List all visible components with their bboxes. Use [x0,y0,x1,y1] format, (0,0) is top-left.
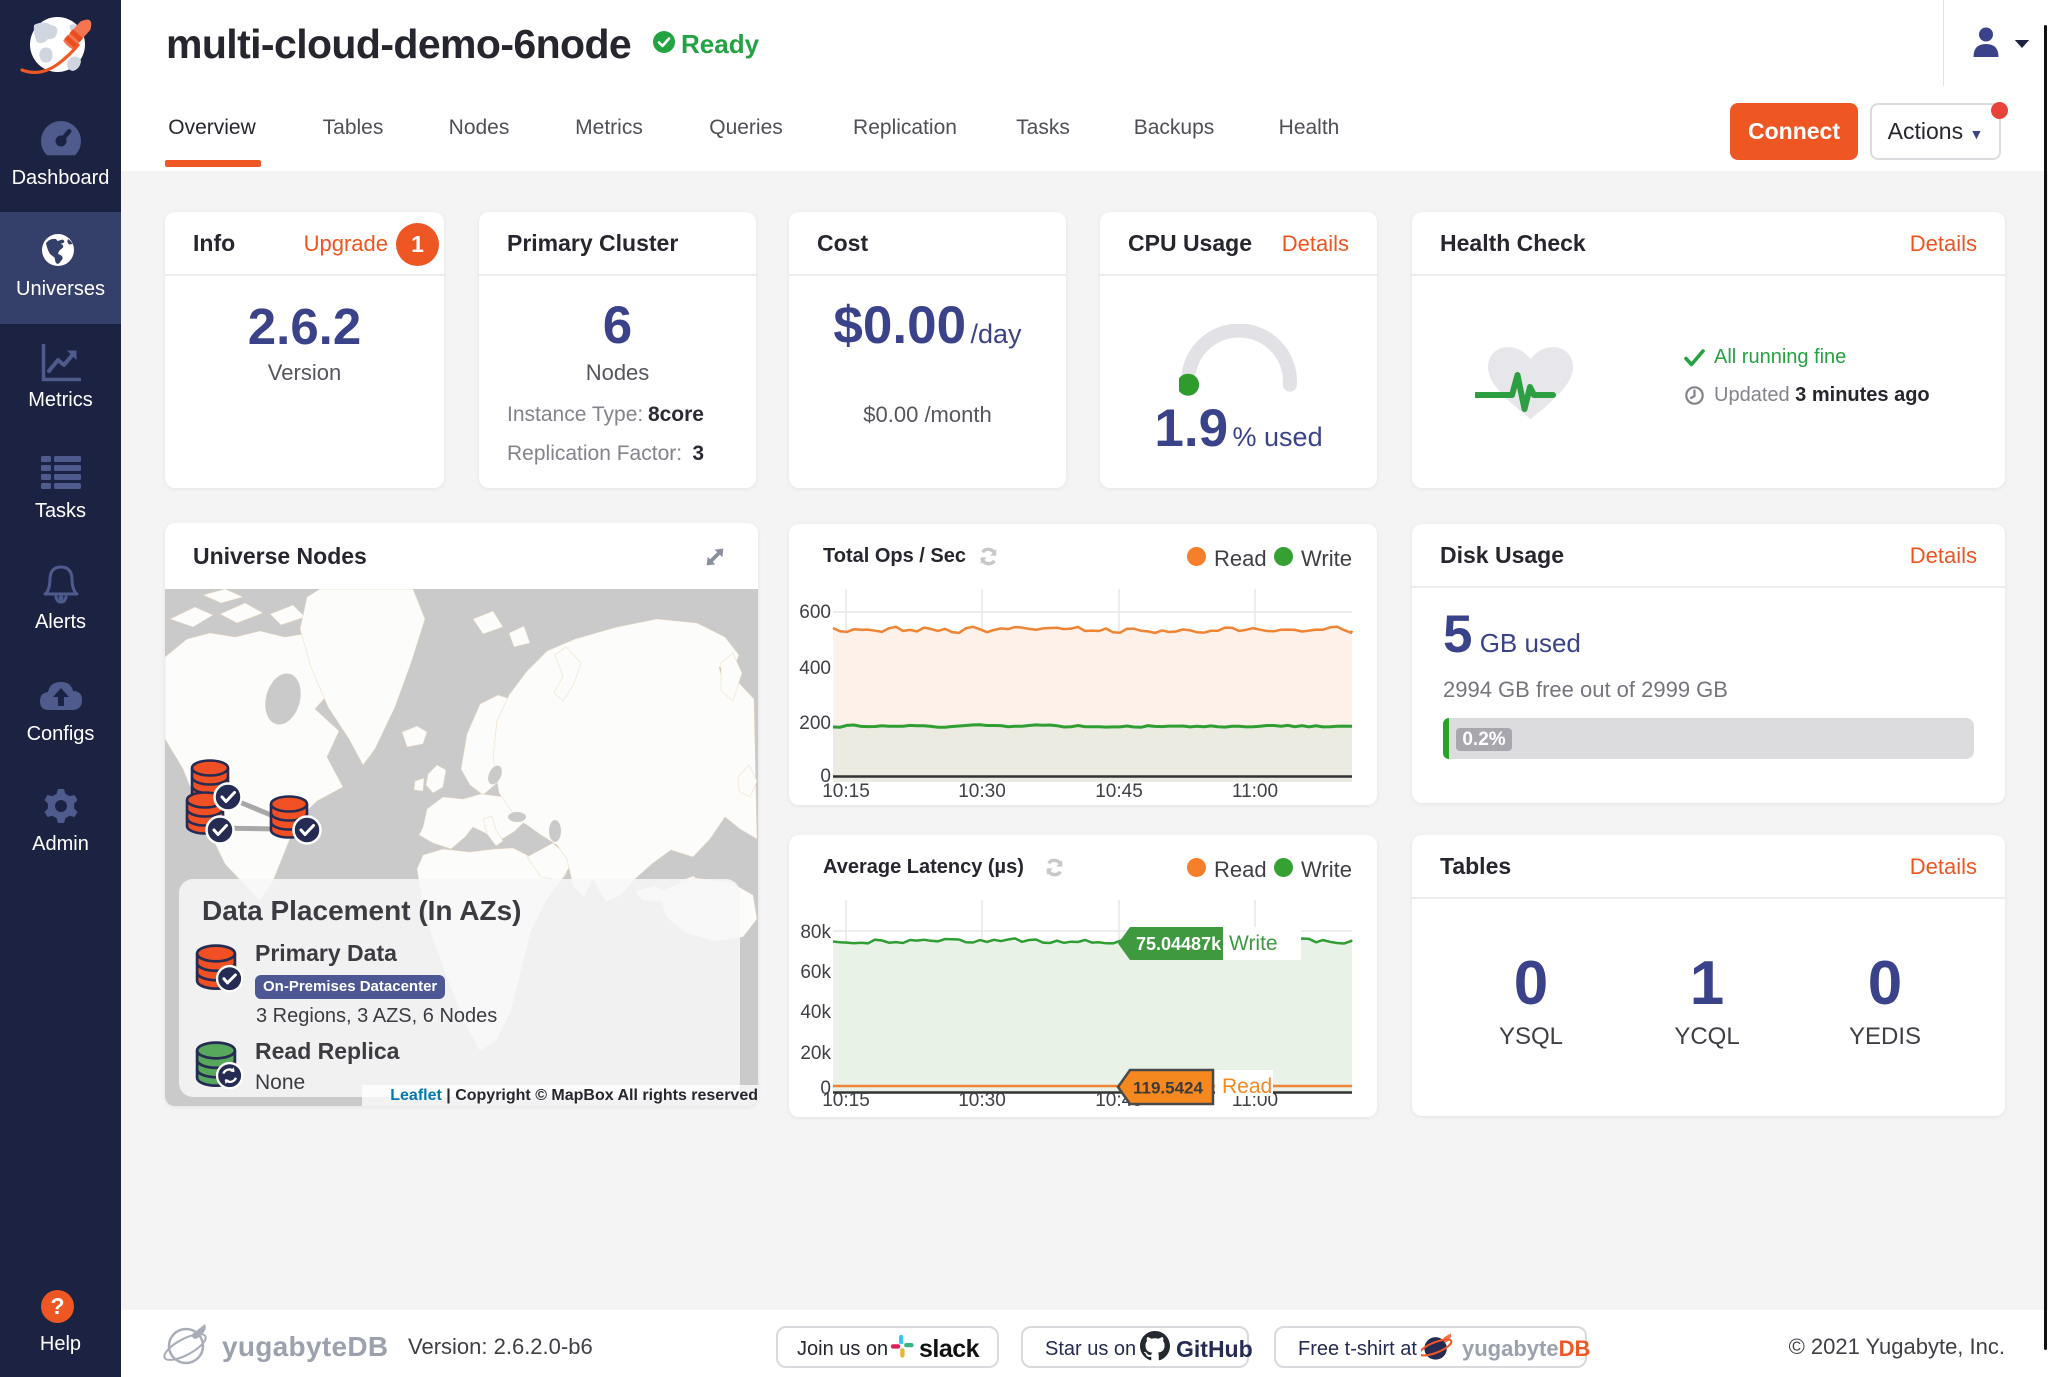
svg-text:60k: 60k [800,962,831,983]
svg-text:10:45: 10:45 [1095,781,1143,802]
svg-text:Write: Write [1229,932,1278,955]
svg-text:10:30: 10:30 [958,781,1006,802]
svg-text:119.5424: 119.5424 [1133,1079,1204,1098]
svg-text:600: 600 [799,602,831,623]
svg-text:80k: 80k [800,922,831,943]
svg-text:400: 400 [799,658,831,679]
svg-text:10:15: 10:15 [822,1090,870,1111]
svg-text:10:30: 10:30 [958,1090,1006,1111]
svg-text:20k: 20k [800,1043,831,1064]
svg-text:10:15: 10:15 [822,781,870,802]
svg-text:40k: 40k [800,1002,831,1023]
svg-text:11:00: 11:00 [1232,781,1278,802]
svg-text:75.04487k: 75.04487k [1136,934,1222,954]
svg-text:Read: Read [1222,1075,1272,1098]
svg-text:200: 200 [799,713,831,734]
